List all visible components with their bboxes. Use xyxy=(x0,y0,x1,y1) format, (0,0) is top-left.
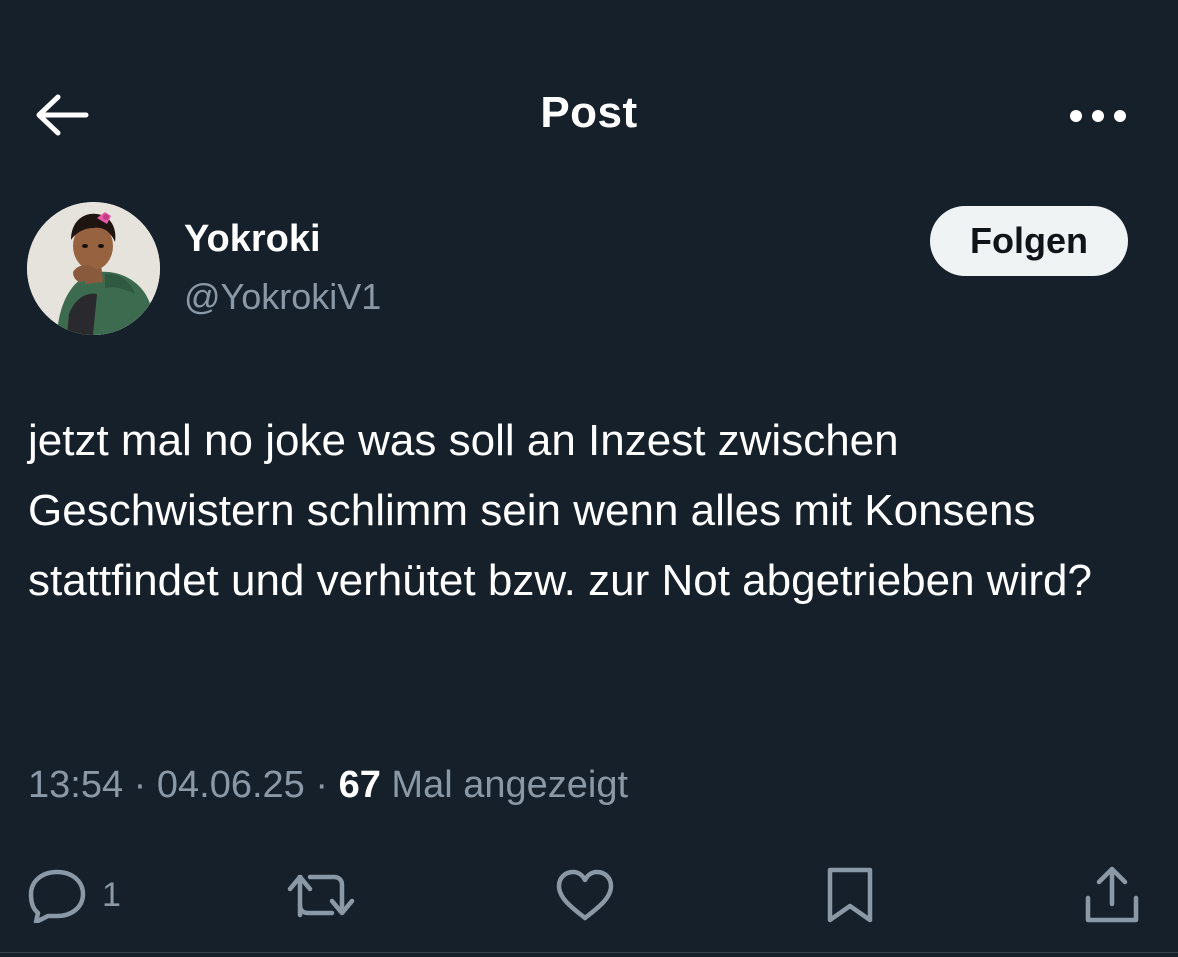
share-button[interactable] xyxy=(1082,850,1142,940)
view-count-label: Mal angezeigt xyxy=(391,764,629,806)
reply-count: 1 xyxy=(102,875,121,914)
post-time[interactable]: 13:54 xyxy=(28,764,123,806)
reply-icon xyxy=(28,869,86,923)
repost-icon xyxy=(287,874,355,918)
avatar-image xyxy=(27,202,160,335)
like-icon xyxy=(556,869,614,921)
more-horizontal-icon xyxy=(1070,110,1126,122)
author-handle[interactable]: @YokrokiV1 xyxy=(184,276,381,318)
view-count: 67 xyxy=(338,764,381,806)
bookmark-button[interactable] xyxy=(824,850,876,940)
post-date[interactable]: 04.06.25 xyxy=(157,764,305,806)
share-icon xyxy=(1085,866,1139,923)
reply-button[interactable]: 1 xyxy=(26,850,121,940)
meta-separator: · xyxy=(133,764,147,806)
more-options-button[interactable] xyxy=(1060,90,1136,142)
action-bar: 1 xyxy=(0,850,1178,940)
divider xyxy=(0,952,1178,953)
repost-button[interactable] xyxy=(286,850,356,940)
meta-separator: · xyxy=(315,764,329,806)
author-display-name[interactable]: Yokroki xyxy=(184,218,321,261)
bookmark-icon xyxy=(827,867,873,923)
follow-button[interactable]: Folgen xyxy=(930,206,1128,276)
page-title: Post xyxy=(540,88,638,137)
post-text: jetzt mal no joke was soll an Inzest zwi… xyxy=(28,416,1092,605)
post-metadata: 13:54 · 04.06.25 · 67 Mal angezeigt xyxy=(28,764,628,807)
top-bar: Post xyxy=(0,0,1178,200)
avatar[interactable] xyxy=(27,202,160,335)
like-button[interactable] xyxy=(554,850,616,940)
